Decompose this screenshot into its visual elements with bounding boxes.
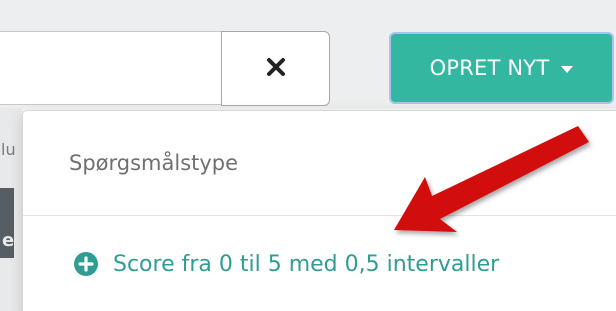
create-new-dropdown-menu: Spørgsmålstype Score fra 0 til 5 med 0,5… [22, 110, 616, 311]
clear-search-button[interactable] [221, 31, 330, 106]
search-input[interactable] [0, 31, 222, 105]
caret-down-icon [561, 65, 574, 73]
menu-item-score-0-5[interactable]: Score fra 0 til 5 med 0,5 intervaller [73, 251, 499, 277]
screenshot-stage: OPRET NYT lu e Spørgsmålstype Score fra … [0, 0, 616, 311]
create-new-label: OPRET NYT [429, 56, 550, 80]
background-text-fragment-light: e [2, 230, 15, 251]
menu-item-label: Score fra 0 til 5 med 0,5 intervaller [113, 251, 500, 277]
create-new-dropdown-button[interactable]: OPRET NYT [389, 32, 614, 104]
background-text-fragment: lu [1, 140, 16, 159]
question-type-header: Spørgsmålstype [69, 151, 239, 175]
plus-circle-icon [73, 251, 99, 277]
close-icon [266, 57, 286, 81]
menu-divider [23, 215, 616, 216]
